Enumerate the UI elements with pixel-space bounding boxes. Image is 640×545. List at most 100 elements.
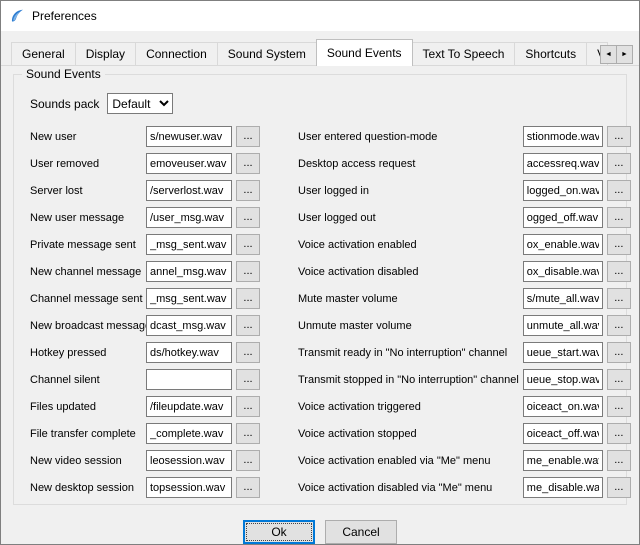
sound-events-columns: New user...User removed...Server lost...…: [30, 126, 616, 504]
tab-text-to-speech[interactable]: Text To Speech: [412, 42, 516, 65]
browse-button[interactable]: ...: [607, 315, 631, 336]
dialog-footer: Ok Cancel: [1, 511, 639, 545]
browse-button[interactable]: ...: [236, 180, 260, 201]
sound-event-row: Unmute master volume...: [298, 315, 631, 336]
sound-event-row: Desktop access request...: [298, 153, 631, 174]
sound-event-row: Transmit ready in "No interruption" chan…: [298, 342, 631, 363]
sound-file-input[interactable]: [523, 153, 603, 174]
sound-event-row: Hotkey pressed...: [30, 342, 298, 363]
tab-scroll-right-icon[interactable]: ►: [616, 45, 633, 64]
browse-button[interactable]: ...: [607, 369, 631, 390]
sound-file-input[interactable]: [146, 315, 232, 336]
tab-shortcuts[interactable]: Shortcuts: [514, 42, 587, 65]
browse-button[interactable]: ...: [236, 126, 260, 147]
sound-event-row: New user message...: [30, 207, 298, 228]
tab-bar: GeneralDisplayConnectionSound SystemSoun…: [1, 31, 639, 66]
browse-button[interactable]: ...: [607, 396, 631, 417]
sound-event-label: Channel silent: [30, 374, 146, 386]
sounds-pack-select[interactable]: Default: [107, 93, 173, 114]
browse-button[interactable]: ...: [607, 234, 631, 255]
sound-file-input[interactable]: [523, 126, 603, 147]
sound-event-row: Voice activation disabled via "Me" menu.…: [298, 477, 631, 498]
window-title: Preferences: [32, 9, 97, 23]
sound-event-label: New user: [30, 131, 146, 143]
browse-button[interactable]: ...: [236, 423, 260, 444]
sound-event-label: Voice activation enabled via "Me" menu: [298, 455, 523, 467]
sound-event-label: New channel message: [30, 266, 146, 278]
sound-file-input[interactable]: [146, 126, 232, 147]
browse-button[interactable]: ...: [607, 126, 631, 147]
sound-file-input[interactable]: [146, 207, 232, 228]
browse-button[interactable]: ...: [607, 342, 631, 363]
browse-button[interactable]: ...: [236, 342, 260, 363]
sound-event-label: New video session: [30, 455, 146, 467]
sound-event-label: Channel message sent: [30, 293, 146, 305]
sound-event-label: User entered question-mode: [298, 131, 523, 143]
sound-file-input[interactable]: [523, 423, 603, 444]
tab-general[interactable]: General: [11, 42, 76, 65]
browse-button[interactable]: ...: [607, 450, 631, 471]
sound-file-input[interactable]: [146, 342, 232, 363]
sound-file-input[interactable]: [523, 288, 603, 309]
tab-scroll-left-icon[interactable]: ◄: [600, 45, 617, 64]
sound-file-input[interactable]: [146, 423, 232, 444]
browse-button[interactable]: ...: [607, 261, 631, 282]
sound-event-label: New user message: [30, 212, 146, 224]
sound-file-input[interactable]: [146, 477, 232, 498]
sound-file-input[interactable]: [146, 450, 232, 471]
sound-file-input[interactable]: [146, 261, 232, 282]
tab-sound-system[interactable]: Sound System: [217, 42, 317, 65]
ok-button[interactable]: Ok: [243, 520, 315, 544]
browse-button[interactable]: ...: [236, 315, 260, 336]
browse-button[interactable]: ...: [236, 234, 260, 255]
sound-file-input[interactable]: [146, 288, 232, 309]
sound-event-label: Voice activation disabled via "Me" menu: [298, 482, 523, 494]
sound-file-input[interactable]: [146, 234, 232, 255]
sound-file-input[interactable]: [523, 342, 603, 363]
browse-button[interactable]: ...: [607, 153, 631, 174]
sound-file-input[interactable]: [523, 396, 603, 417]
sound-event-label: Transmit stopped in "No interruption" ch…: [298, 374, 523, 386]
browse-button[interactable]: ...: [236, 396, 260, 417]
browse-button[interactable]: ...: [236, 288, 260, 309]
sound-file-input[interactable]: [146, 180, 232, 201]
sounds-pack-row: Sounds pack Default: [30, 93, 616, 114]
sound-event-label: Voice activation triggered: [298, 401, 523, 413]
browse-button[interactable]: ...: [236, 450, 260, 471]
sound-event-row: Voice activation triggered...: [298, 396, 631, 417]
sound-event-label: User logged in: [298, 185, 523, 197]
sound-event-row: New desktop session...: [30, 477, 298, 498]
browse-button[interactable]: ...: [236, 369, 260, 390]
browse-button[interactable]: ...: [607, 423, 631, 444]
sound-file-input[interactable]: [523, 207, 603, 228]
browse-button[interactable]: ...: [236, 477, 260, 498]
sound-event-row: User removed...: [30, 153, 298, 174]
sound-file-input[interactable]: [523, 180, 603, 201]
sound-file-input[interactable]: [523, 369, 603, 390]
browse-button[interactable]: ...: [607, 180, 631, 201]
sound-event-row: New video session...: [30, 450, 298, 471]
sound-file-input[interactable]: [523, 450, 603, 471]
browse-button[interactable]: ...: [607, 288, 631, 309]
sound-file-input[interactable]: [523, 261, 603, 282]
sound-file-input[interactable]: [523, 234, 603, 255]
sound-file-input[interactable]: [523, 477, 603, 498]
sound-event-row: Server lost...: [30, 180, 298, 201]
sound-file-input[interactable]: [523, 315, 603, 336]
browse-button[interactable]: ...: [236, 153, 260, 174]
browse-button[interactable]: ...: [607, 207, 631, 228]
sound-events-group: Sound Events Sounds pack Default New use…: [13, 74, 627, 505]
sound-file-input[interactable]: [146, 153, 232, 174]
left-column: New user...User removed...Server lost...…: [30, 126, 298, 504]
browse-button[interactable]: ...: [236, 207, 260, 228]
sound-file-input[interactable]: [146, 396, 232, 417]
sound-event-row: File transfer complete...: [30, 423, 298, 444]
browse-button[interactable]: ...: [607, 477, 631, 498]
cancel-button[interactable]: Cancel: [325, 520, 397, 544]
sound-file-input[interactable]: [146, 369, 232, 390]
tab-connection[interactable]: Connection: [135, 42, 218, 65]
browse-button[interactable]: ...: [236, 261, 260, 282]
tab-sound-events[interactable]: Sound Events: [316, 39, 413, 66]
tab-display[interactable]: Display: [75, 42, 136, 65]
sound-event-row: Channel message sent...: [30, 288, 298, 309]
